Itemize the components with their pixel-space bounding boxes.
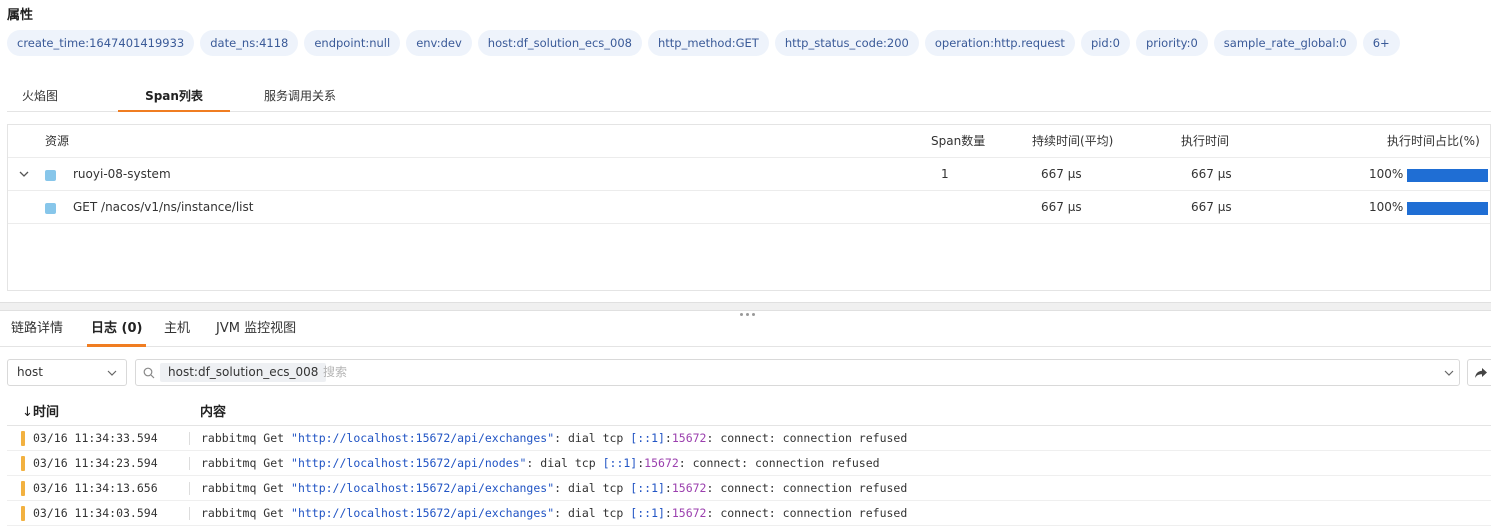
service-color-swatch: [45, 203, 56, 214]
log-level-indicator: [21, 506, 25, 521]
span-table: 资源 Span数量 持续时间(平均) 执行时间 执行时间占比(%) ruoyi-…: [7, 124, 1491, 291]
span-exec-time: 667 μs: [1191, 200, 1232, 214]
tab-span-list[interactable]: Span列表: [118, 80, 230, 112]
span-duration-avg: 667 μs: [1041, 167, 1082, 181]
attribute-chip[interactable]: http_status_code:200: [774, 30, 919, 56]
log-level-indicator: [21, 456, 25, 471]
attribute-chip[interactable]: http_method:GET: [647, 30, 769, 56]
attribute-chips: create_time:1647401419933 date_ns:4118 end…: [7, 30, 1406, 56]
exec-pct-bar-fill: [1407, 169, 1488, 182]
log-level-indicator: [21, 481, 25, 496]
log-table-header: ↓ 时间 内容: [7, 400, 1491, 426]
service-color-swatch: [45, 170, 56, 181]
chevron-down-icon: [107, 370, 117, 376]
search-placeholder: 搜索: [323, 365, 348, 379]
attribute-chip[interactable]: create_time:1647401419933: [7, 30, 195, 56]
log-message: rabbitmq Get "http://localhost:15672/api…: [201, 431, 908, 445]
attribute-chip[interactable]: priority:0: [1135, 30, 1208, 56]
chevron-down-icon[interactable]: [1444, 368, 1454, 378]
share-icon: [1475, 368, 1487, 378]
header-exec-pct: 执行时间占比(%): [1387, 134, 1480, 148]
attribute-chip[interactable]: date_ns:4118: [200, 30, 299, 56]
filter-tag[interactable]: host:df_solution_ecs_008: [160, 363, 327, 382]
log-row[interactable]: 03/16 11:34:03.594 rabbitmq Get "http://…: [7, 501, 1491, 526]
span-table-header: 资源 Span数量 持续时间(平均) 执行时间 执行时间占比(%): [8, 125, 1490, 158]
log-time: 03/16 11:34:23.594: [33, 456, 158, 470]
span-exec-pct: 100%: [1369, 167, 1404, 181]
drag-grip-icon[interactable]: [740, 305, 762, 316]
tab-logs[interactable]: 日志 (0): [87, 313, 147, 347]
view-tabs: 火焰图 Span列表 服务调用关系: [7, 80, 1491, 112]
span-resource: ruoyi-08-system: [73, 167, 171, 181]
header-span-count: Span数量: [931, 134, 986, 148]
span-row[interactable]: ruoyi-08-system 1 667 μs 667 μs 100%: [8, 158, 1490, 191]
attribute-chip[interactable]: operation:http.request: [924, 30, 1075, 56]
header-time[interactable]: 时间: [33, 400, 59, 426]
divider: [189, 482, 190, 495]
log-message: rabbitmq Get "http://localhost:15672/api…: [201, 481, 908, 495]
attribute-chip[interactable]: endpoint:null: [304, 30, 401, 56]
span-duration-avg: 667 μs: [1041, 200, 1082, 214]
search-input[interactable]: host:df_solution_ecs_008 搜索: [135, 359, 1460, 386]
span-exec-pct: 100%: [1369, 200, 1404, 214]
span-count: 1: [941, 167, 949, 181]
attributes-title: 属性: [7, 8, 34, 23]
exec-pct-bar: [1407, 202, 1488, 215]
exec-pct-bar: [1407, 169, 1488, 182]
divider: [189, 432, 190, 445]
span-resource: GET /nacos/v1/ns/instance/list: [73, 200, 254, 214]
search-icon: [143, 367, 155, 379]
share-button[interactable]: [1467, 359, 1491, 386]
log-level-indicator: [21, 431, 25, 446]
tab-trace-details[interactable]: 链路详情: [11, 313, 63, 347]
tab-jvm-monitor[interactable]: JVM 监控视图: [216, 313, 296, 347]
attribute-chip[interactable]: pid:0: [1080, 30, 1130, 56]
log-row[interactable]: 03/16 11:34:33.594 rabbitmq Get "http://…: [7, 426, 1491, 451]
log-time: 03/16 11:34:03.594: [33, 506, 158, 520]
span-row[interactable]: GET /nacos/v1/ns/instance/list 667 μs 66…: [8, 191, 1490, 224]
exec-pct-bar-fill: [1407, 202, 1488, 215]
log-row[interactable]: 03/16 11:34:23.594 rabbitmq Get "http://…: [7, 451, 1491, 476]
header-content: 内容: [200, 405, 227, 420]
log-time: 03/16 11:34:33.594: [33, 431, 158, 445]
log-message: rabbitmq Get "http://localhost:15672/api…: [201, 506, 908, 520]
span-exec-time: 667 μs: [1191, 167, 1232, 181]
divider: [189, 457, 190, 470]
field-select-value: host: [17, 365, 43, 379]
log-row[interactable]: 03/16 11:34:13.656 rabbitmq Get "http://…: [7, 476, 1491, 501]
more-attributes-chip[interactable]: 6+: [1362, 30, 1400, 56]
detail-tabs: 链路详情 日志 (0) 主机 JVM 监控视图: [0, 313, 1491, 347]
attribute-chip[interactable]: env:dev: [406, 30, 472, 56]
header-duration-avg: 持续时间(平均): [1032, 134, 1114, 148]
chevron-down-icon[interactable]: [18, 168, 30, 180]
divider: [189, 507, 190, 520]
tab-flame-graph[interactable]: 火焰图: [7, 80, 73, 112]
header-exec-time: 执行时间: [1181, 134, 1230, 148]
sort-arrow-down-icon[interactable]: ↓: [22, 400, 33, 426]
header-resource: 资源: [45, 134, 70, 148]
attribute-chip[interactable]: host:df_solution_ecs_008: [477, 30, 642, 56]
tab-host[interactable]: 主机: [164, 313, 190, 347]
tab-service-relations[interactable]: 服务调用关系: [255, 80, 345, 112]
log-time: 03/16 11:34:13.656: [33, 481, 158, 495]
panel-resize-handle[interactable]: [0, 302, 1491, 316]
log-message: rabbitmq Get "http://localhost:15672/api…: [201, 456, 880, 470]
field-select[interactable]: host: [7, 359, 127, 386]
attribute-chip[interactable]: sample_rate_global:0: [1213, 30, 1357, 56]
